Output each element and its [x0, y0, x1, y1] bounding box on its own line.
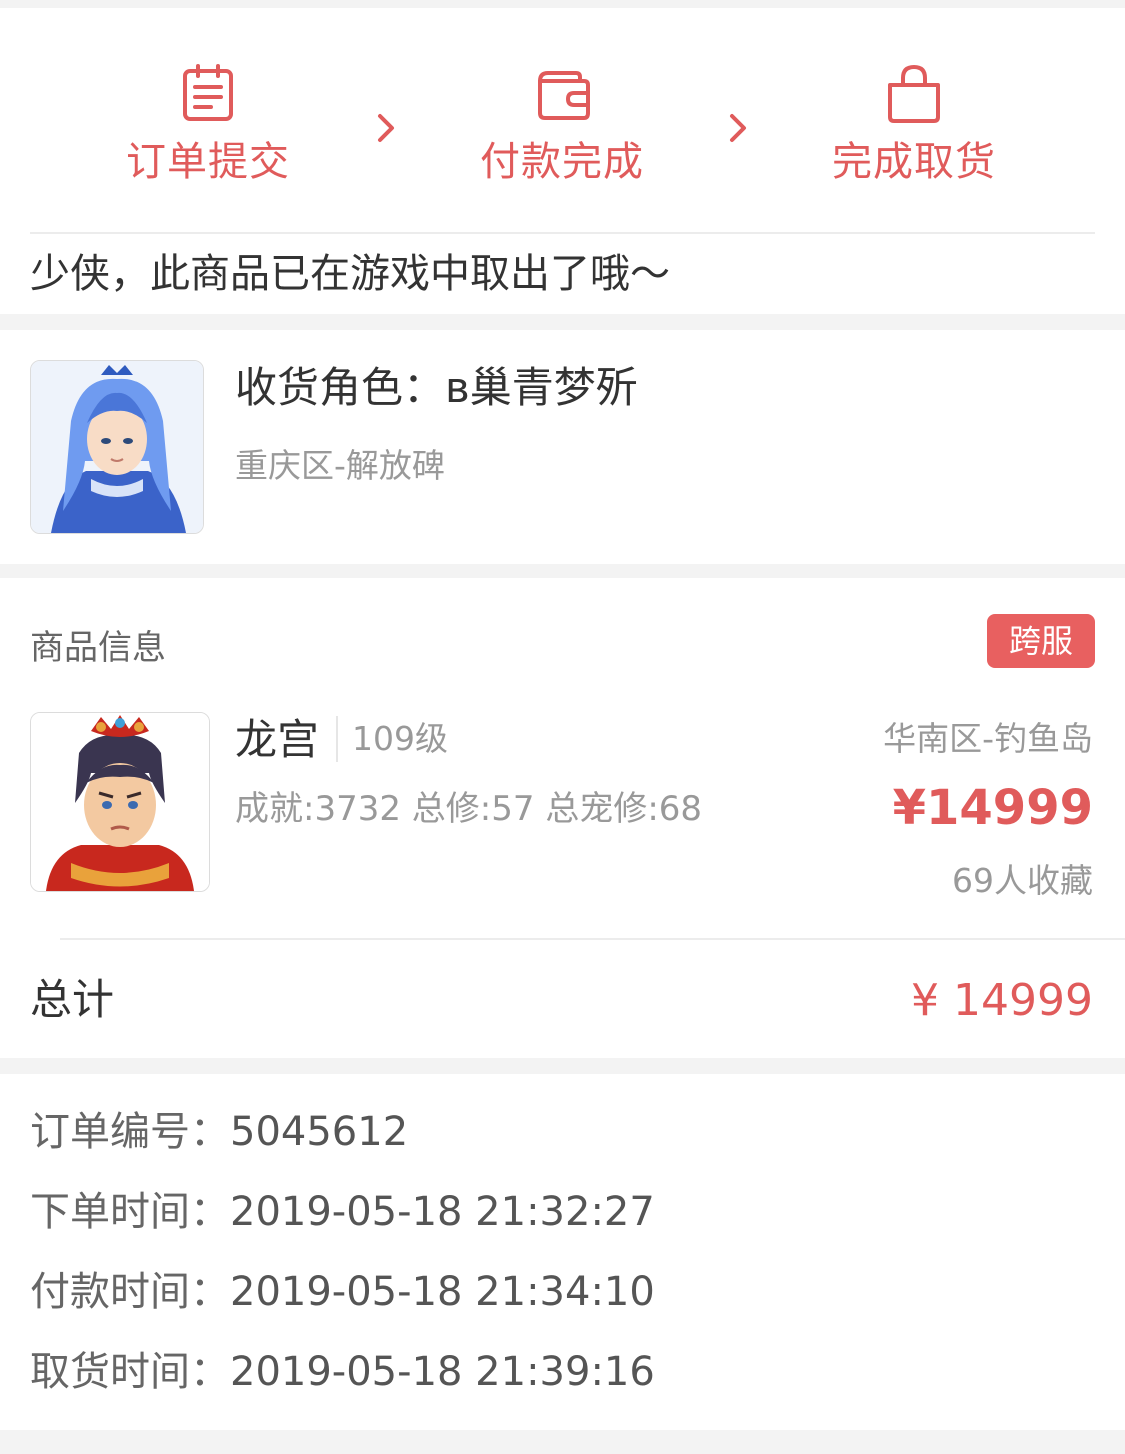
step-label: 订单提交 [126, 139, 290, 185]
divider [60, 938, 1125, 940]
receiver-role-label: 收货角色： [235, 363, 446, 412]
receiver-panel: 收货角色：в巢青梦歽 重庆区-解放碑 [0, 330, 1125, 564]
goods-level: 109级 [336, 716, 448, 762]
divider [30, 232, 1095, 234]
pickup-time-label: 取货时间： [30, 1349, 230, 1395]
created-time-row: 下单时间：2019-05-18 21:32:27 [30, 1184, 655, 1240]
role-avatar [30, 360, 204, 534]
pickup-time: 2019-05-18 21:39:16 [230, 1349, 655, 1395]
pickup-notice: 少侠，此商品已在游戏中取出了哦～ [30, 251, 670, 297]
order-number-row: 订单编号：5045612 [30, 1104, 408, 1160]
pickup-time-row: 取货时间：2019-05-18 21:39:16 [30, 1344, 655, 1400]
step-payment-complete: 付款完成 [432, 63, 692, 187]
goods-stats: 成就:3732 总修:57 总宠修:68 [235, 789, 703, 829]
step-pickup-complete: 完成取货 [784, 63, 1044, 187]
total-value: ¥ 14999 [911, 975, 1093, 1026]
goods-panel: 商品信息 跨服 龙宫 109级 成就:3732 总修:57 总宠修:68 华南区… [0, 578, 1125, 1058]
shopping-bag-icon [884, 63, 944, 123]
created-time: 2019-05-18 21:32:27 [230, 1189, 655, 1235]
receiver-role-name: в巢青梦歽 [445, 363, 638, 412]
cross-server-badge: 跨服 [987, 614, 1095, 668]
order-number-label: 订单编号： [30, 1109, 230, 1155]
paid-time: 2019-05-18 21:34:10 [230, 1269, 655, 1315]
created-time-label: 下单时间： [30, 1189, 230, 1235]
goods-avatar [30, 712, 210, 892]
order-number: 5045612 [230, 1109, 409, 1155]
order-info-panel: 订单编号：5045612 下单时间：2019-05-18 21:32:27 付款… [0, 1074, 1125, 1430]
goods-favorites: 69人收藏 [952, 861, 1093, 900]
total-label: 总计 [30, 975, 115, 1024]
goods-section-title: 商品信息 [30, 628, 166, 668]
paid-time-label: 付款时间： [30, 1269, 230, 1315]
paid-time-row: 付款时间：2019-05-18 21:34:10 [30, 1264, 655, 1320]
clipboard-icon [178, 63, 238, 123]
order-progress-panel: 订单提交 付款完成 完成取货 少侠，此商品已在游戏中取出了哦～ [0, 0, 1125, 314]
chevron-right-icon [724, 108, 754, 148]
goods-server: 华南区-钓鱼岛 [883, 719, 1093, 758]
receiver-server: 重庆区-解放碑 [235, 446, 445, 485]
receiver-role: 收货角色：в巢青梦歽 [235, 360, 638, 416]
step-label: 完成取货 [832, 139, 996, 185]
wallet-icon [532, 63, 592, 123]
top-divider [0, 0, 1125, 8]
goods-name: 龙宫 [235, 715, 320, 764]
goods-price: ¥14999 [892, 780, 1093, 836]
chevron-right-icon [372, 108, 402, 148]
step-order-submitted: 订单提交 [78, 63, 338, 187]
step-label: 付款完成 [480, 139, 644, 185]
